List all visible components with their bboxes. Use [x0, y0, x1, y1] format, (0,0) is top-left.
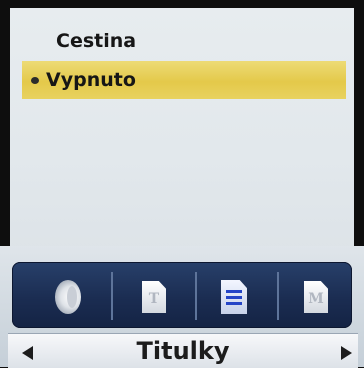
option-cestina[interactable]: Cestina: [10, 22, 354, 60]
menu-document-icon: M: [304, 281, 328, 313]
divider: [111, 272, 113, 320]
category-label-bar: Titulky: [8, 333, 358, 368]
subtitles-document-icon: [221, 280, 247, 314]
divider: [277, 272, 279, 320]
text-document-icon: T: [142, 281, 166, 313]
category-title: Titulky: [136, 337, 230, 365]
subtitles-tab[interactable]: [212, 275, 256, 319]
text-tab[interactable]: T: [132, 275, 176, 319]
speaker-audio-icon: [55, 280, 81, 314]
arrow-right-icon[interactable]: [341, 346, 352, 360]
radio-selected-icon: [31, 77, 39, 84]
menu-tab[interactable]: M: [294, 275, 338, 319]
option-vypnuto[interactable]: Vypnuto: [22, 61, 346, 99]
option-label: Vypnuto: [46, 69, 136, 91]
option-label: Cestina: [56, 30, 137, 52]
category-icon-bar: T M: [12, 262, 352, 328]
divider: [195, 272, 197, 320]
subtitle-options-panel: Cestina Vypnuto: [10, 8, 354, 253]
audio-tab[interactable]: [46, 275, 90, 319]
